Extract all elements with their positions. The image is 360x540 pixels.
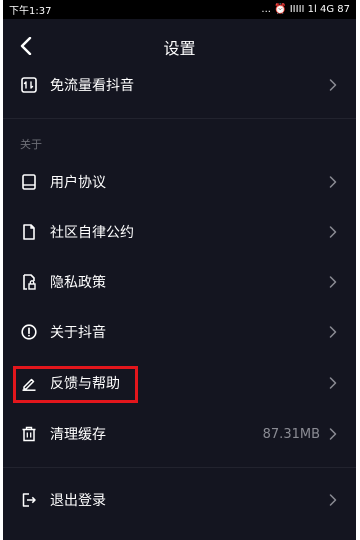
data-saver-icon bbox=[20, 76, 38, 94]
chevron-right-icon bbox=[328, 493, 338, 507]
settings-screen: 下午1:37 ... ⏰ IIIII 1l 4G 87 设置 免流量看抖音 关于 bbox=[3, 0, 356, 540]
highlight-box bbox=[13, 366, 138, 403]
document-icon bbox=[20, 223, 38, 241]
book-icon bbox=[20, 173, 38, 191]
privacy-lock-icon bbox=[20, 273, 38, 291]
info-icon bbox=[20, 323, 38, 341]
trash-icon bbox=[20, 425, 38, 443]
section-divider bbox=[3, 467, 356, 468]
status-indicators: ... ⏰ IIIII 1l 4G 87 bbox=[261, 4, 350, 15]
chevron-right-icon bbox=[328, 275, 338, 289]
settings-item-community-guidelines[interactable]: 社区自律公约 bbox=[3, 207, 356, 257]
settings-item-about-douyin[interactable]: 关于抖音 bbox=[3, 307, 356, 357]
settings-item-user-agreement[interactable]: 用户协议 bbox=[3, 157, 356, 207]
cache-size-value: 87.31MB bbox=[262, 426, 320, 442]
settings-item-label: 清理缓存 bbox=[50, 427, 106, 443]
status-bar: 下午1:37 ... ⏰ IIIII 1l 4G 87 bbox=[3, 0, 356, 19]
chevron-right-icon bbox=[328, 376, 338, 390]
chevron-right-icon bbox=[328, 427, 338, 441]
section-header-about: 关于 bbox=[20, 138, 42, 151]
settings-item-privacy-policy[interactable]: 隐私政策 bbox=[3, 257, 356, 307]
status-time: 下午1:37 bbox=[9, 6, 52, 17]
settings-item-clear-cache[interactable]: 清理缓存 87.31MB bbox=[3, 409, 356, 459]
settings-item-label: 关于抖音 bbox=[50, 325, 106, 341]
settings-item-label: 用户协议 bbox=[50, 175, 106, 191]
section-divider bbox=[3, 118, 356, 119]
settings-item-logout[interactable]: 退出登录 bbox=[3, 475, 356, 525]
settings-item-label: 隐私政策 bbox=[50, 275, 106, 291]
settings-item-label: 退出登录 bbox=[50, 493, 106, 509]
logout-icon bbox=[20, 491, 38, 509]
chevron-right-icon bbox=[328, 175, 338, 189]
page-title: 设置 bbox=[163, 39, 196, 58]
settings-item-label: 免流量看抖音 bbox=[50, 78, 134, 94]
settings-item-free-data[interactable]: 免流量看抖音 bbox=[3, 60, 356, 110]
chevron-right-icon bbox=[328, 225, 338, 239]
settings-item-label: 社区自律公约 bbox=[50, 225, 134, 241]
chevron-right-icon bbox=[328, 325, 338, 339]
chevron-right-icon bbox=[328, 78, 338, 92]
